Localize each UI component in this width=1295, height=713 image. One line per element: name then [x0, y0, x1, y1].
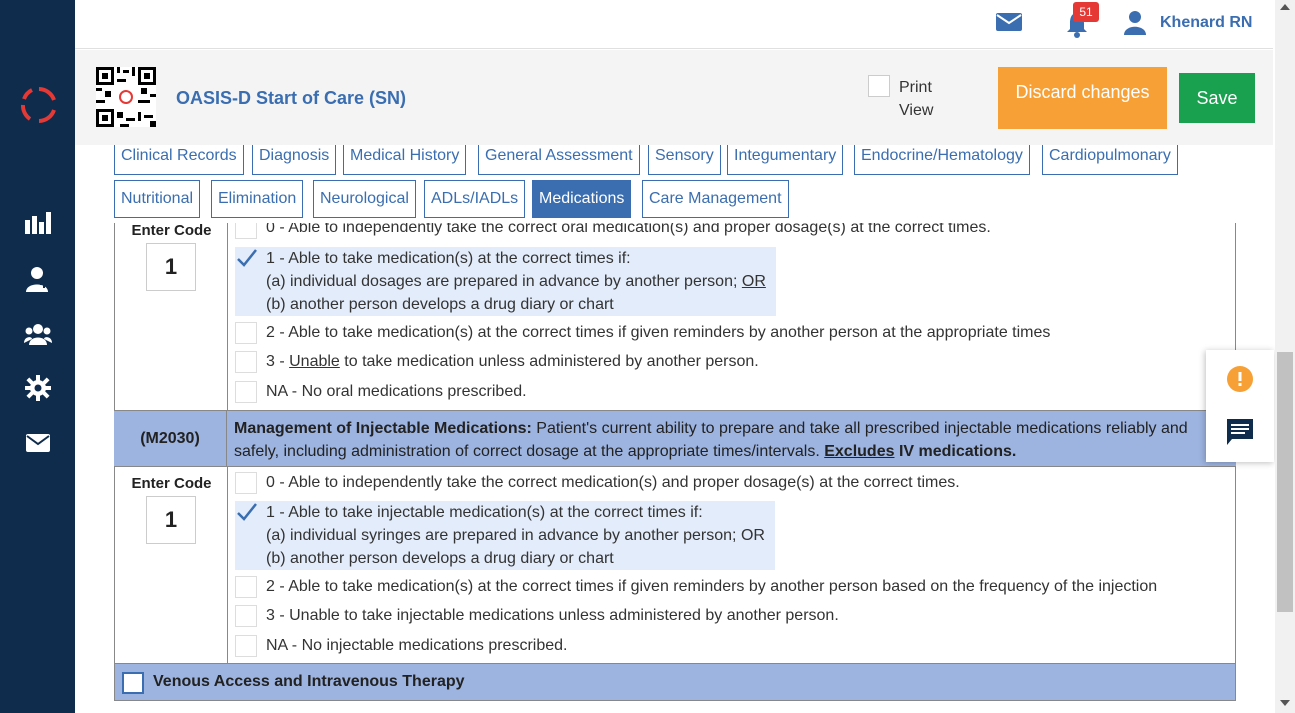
option-text: 3 - Unable to take injectable medication…	[266, 607, 839, 624]
checkbox[interactable]	[235, 635, 257, 657]
notification-badge[interactable]: 51	[1073, 2, 1099, 22]
option-text-line-2a: (a) individual dosages are prepared in a…	[266, 273, 738, 290]
venous-access-section-bar[interactable]: Venous Access and Intravenous Therapy	[114, 663, 1236, 701]
option-text: NA - No oral medications prescribed.	[266, 383, 527, 400]
enter-code-label: Enter Code	[131, 223, 212, 239]
user-medical-icon[interactable]	[24, 265, 52, 293]
mail-icon[interactable]	[24, 429, 52, 457]
code-column: Enter Code 1	[115, 223, 228, 410]
user-name[interactable]: Khenard RN	[1160, 14, 1252, 32]
group-icon[interactable]	[24, 320, 52, 348]
tab-neurological[interactable]: Neurological	[313, 180, 416, 218]
option-text-line-3: (b) another person develops a drug diary…	[266, 550, 614, 567]
option-text-line-2: (a) individual dosages are prepared in a…	[266, 270, 766, 293]
tab-elimination[interactable]: Elimination	[211, 180, 304, 218]
tab-integumentary[interactable]: Integumentary	[727, 145, 844, 175]
tab-adls-iadls[interactable]: ADLs/IADLs	[424, 180, 526, 218]
option-rest: to take medication unless administered b…	[344, 353, 759, 370]
floating-action-panel	[1206, 350, 1274, 462]
option-text: 3 - Unable to take medication unless adm…	[266, 350, 759, 373]
mail-icon[interactable]	[996, 11, 1022, 33]
checkbox[interactable]	[235, 605, 257, 627]
checkmark-icon	[237, 503, 257, 521]
tab-care-management[interactable]: Care Management	[642, 180, 789, 218]
scroll-down-arrow-icon[interactable]	[1280, 700, 1290, 706]
checkbox[interactable]	[235, 322, 257, 344]
oral-medication-block: Enter Code 1 0 - Able to independently t…	[114, 223, 1236, 410]
gear-icon[interactable]	[24, 374, 52, 402]
tab-diagnosis[interactable]: Diagnosis	[252, 145, 337, 175]
save-button[interactable]: Save	[1179, 73, 1255, 123]
option-text: 2 - Able to take medication(s) at the co…	[266, 578, 1158, 595]
checkbox[interactable]	[235, 223, 257, 239]
print-view-label[interactable]: Print View	[899, 76, 944, 122]
chat-icon[interactable]	[1227, 419, 1253, 445]
code-column: Enter Code 1	[115, 467, 228, 663]
tab-cardiopulmonary[interactable]: Cardiopulmonary	[1042, 145, 1178, 175]
checkmark-icon	[237, 249, 257, 267]
checkbox[interactable]	[235, 351, 257, 373]
form-title: OASIS-D Start of Care (SN)	[176, 88, 407, 108]
scroll-up-arrow-icon[interactable]	[1280, 4, 1290, 10]
top-bar: 51 Khenard RN	[75, 0, 1273, 49]
sidebar	[0, 0, 75, 713]
alert-icon[interactable]	[1227, 366, 1253, 392]
injectable-option-1[interactable]: 1 - Able to take injectable medication(s…	[235, 501, 775, 570]
injectable-medication-block: Enter Code 1 0 - Able to independently t…	[114, 467, 1236, 663]
section-label: Venous Access and Intravenous Therapy	[153, 673, 465, 690]
tab-medical-history[interactable]: Medical History	[343, 145, 467, 175]
discard-changes-button[interactable]: Discard changes	[998, 67, 1167, 129]
tab-endocrine-hematology[interactable]: Endocrine/Hematology	[854, 145, 1030, 175]
section-checkbox[interactable]	[122, 672, 144, 694]
option-text: 0 - Able to independently take the corre…	[266, 474, 960, 491]
option-text-line-2: (a) individual syringes are prepared in …	[266, 527, 765, 544]
option-text-line-1: 1 - Able to take injectable medication(s…	[266, 504, 703, 521]
question-code: (M2030)	[114, 411, 227, 466]
qr-code-icon	[96, 67, 156, 127]
option-text: NA - No injectable medications prescribe…	[266, 637, 568, 654]
scroll-thumb[interactable]	[1277, 352, 1293, 612]
option-text: 2 - Able to take medication(s) at the co…	[266, 324, 1051, 341]
m2030-question-row: (M2030) Management of Injectable Medicat…	[114, 410, 1236, 467]
bar-chart-icon[interactable]	[24, 209, 52, 237]
section-tabs: Clinical Records Diagnosis Medical Histo…	[95, 145, 1255, 223]
medications-content: Enter Code 1 0 - Able to independently t…	[114, 223, 1236, 703]
oral-option-1[interactable]: 1 - Able to take medication(s) at the co…	[235, 247, 776, 316]
form-header: OASIS-D Start of Care (SN) Print View Di…	[75, 50, 1273, 145]
checkbox[interactable]	[235, 472, 257, 494]
refresh-logo-icon[interactable]	[20, 86, 58, 124]
tab-medications[interactable]: Medications	[532, 180, 632, 218]
question-text: Management of Injectable Medications: Pa…	[234, 417, 1224, 463]
option-text: 0 - Able to independently take the corre…	[266, 223, 991, 236]
question-title: Management of Injectable Medications:	[234, 420, 532, 437]
or-underlined: OR	[741, 273, 766, 290]
option-text-line-1: 1 - Able to take medication(s) at the co…	[266, 250, 631, 267]
excludes-underlined: Excludes	[824, 443, 895, 460]
tab-nutritional[interactable]: Nutritional	[114, 180, 201, 218]
tab-general-assessment[interactable]: General Assessment	[478, 145, 640, 175]
checkbox[interactable]	[235, 381, 257, 403]
oral-code-input[interactable]: 1	[146, 243, 196, 291]
enter-code-label: Enter Code	[131, 475, 212, 492]
checkbox[interactable]	[235, 576, 257, 598]
option-prefix: 3 -	[266, 353, 285, 370]
option-text-line-3: (b) another person develops a drug diary…	[266, 296, 614, 313]
print-view-checkbox[interactable]	[868, 75, 890, 97]
iv-note: IV medications.	[898, 443, 1017, 460]
tab-clinical-records[interactable]: Clinical Records	[114, 145, 244, 175]
tab-sensory[interactable]: Sensory	[648, 145, 721, 175]
injectable-code-input[interactable]: 1	[146, 496, 196, 544]
user-icon[interactable]	[1124, 11, 1146, 35]
unable-underlined: Unable	[289, 353, 340, 370]
